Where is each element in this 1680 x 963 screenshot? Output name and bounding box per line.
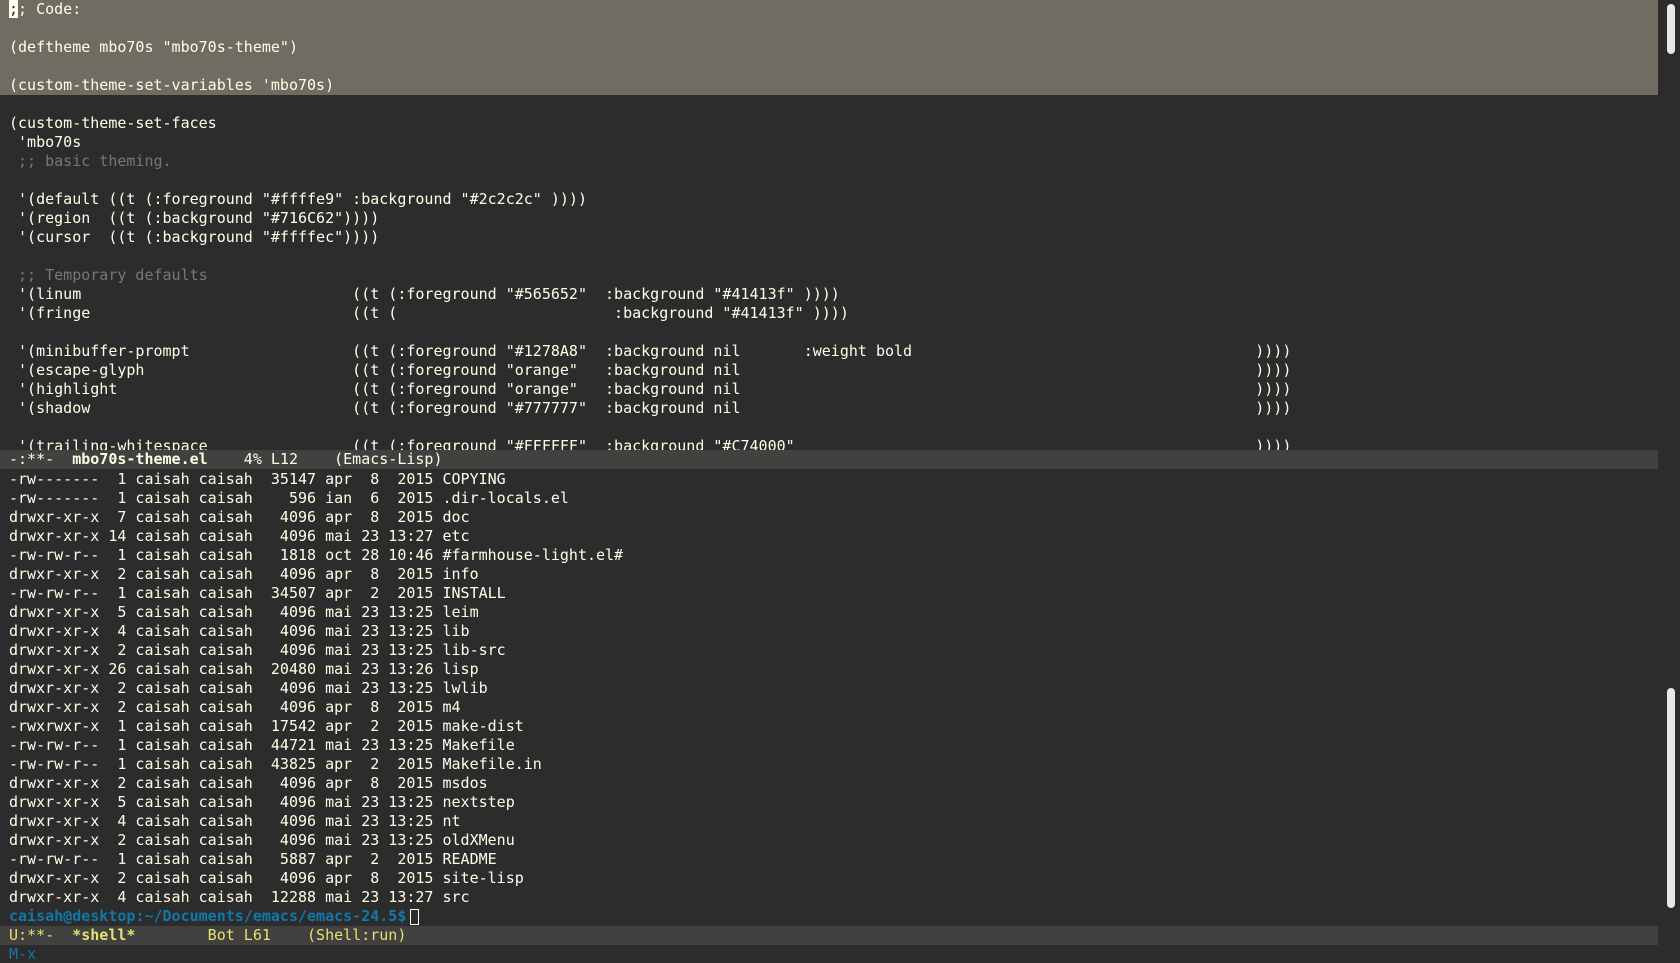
- shell-window[interactable]: -rw------- 1 caisah caisah 35147 apr 8 2…: [0, 470, 1658, 926]
- code-line[interactable]: [0, 323, 1658, 342]
- modeline-position: Bot L61: [135, 926, 308, 944]
- listing-row[interactable]: drwxr-xr-x 2 caisah caisah 4096 mai 23 1…: [0, 831, 1658, 850]
- code-line[interactable]: '(escape-glyph ((t (:foreground "orange"…: [0, 361, 1658, 380]
- code-line[interactable]: (custom-theme-set-faces: [0, 114, 1658, 133]
- listing-row[interactable]: -rw-rw-r-- 1 caisah caisah 43825 apr 2 2…: [0, 755, 1658, 774]
- listing-row[interactable]: drwxr-xr-x 2 caisah caisah 4096 mai 23 1…: [0, 679, 1658, 698]
- code-line[interactable]: '(default ((t (:foreground "#ffffe9" :ba…: [0, 190, 1658, 209]
- code-line[interactable]: '(cursor ((t (:background "#ffffec")))): [0, 228, 1658, 247]
- listing-row[interactable]: -rw------- 1 caisah caisah 596 ian 6 201…: [0, 489, 1658, 508]
- comment-line[interactable]: ;; Temporary defaults: [0, 266, 1658, 285]
- listing-row[interactable]: drwxr-xr-x 2 caisah caisah 4096 apr 8 20…: [0, 774, 1658, 793]
- code-line[interactable]: (custom-theme-set-variables 'mbo70s): [0, 76, 1658, 95]
- minibuffer[interactable]: M-x: [0, 945, 36, 963]
- listing-row[interactable]: drwxr-xr-x 7 caisah caisah 4096 apr 8 20…: [0, 508, 1658, 527]
- shell-prompt-line[interactable]: caisah@desktop:~/Documents/emacs/emacs-2…: [0, 907, 1658, 926]
- code-line[interactable]: [0, 19, 1658, 38]
- mode-line-bottom: U:**- *shell* Bot L61 (Shell:run): [0, 926, 1658, 945]
- editor-window-top[interactable]: ;; Code: (deftheme mbo70s "mbo70s-theme"…: [0, 0, 1658, 450]
- listing-row[interactable]: drwxr-xr-x 26 caisah caisah 20480 mai 23…: [0, 660, 1658, 679]
- directory-listing: -rw------- 1 caisah caisah 35147 apr 8 2…: [0, 470, 1658, 907]
- comment-line[interactable]: ;; basic theming.: [0, 152, 1658, 171]
- listing-row[interactable]: drwxr-xr-x 4 caisah caisah 4096 mai 23 1…: [0, 812, 1658, 831]
- listing-row[interactable]: drwxr-xr-x 2 caisah caisah 4096 apr 8 20…: [0, 565, 1658, 584]
- code-line[interactable]: [0, 57, 1658, 76]
- code-line[interactable]: [0, 171, 1658, 190]
- code-line[interactable]: '(region ((t (:background "#716C62")))): [0, 209, 1658, 228]
- modeline-status: -:**-: [9, 450, 73, 468]
- listing-row[interactable]: drwxr-xr-x 5 caisah caisah 4096 mai 23 1…: [0, 603, 1658, 622]
- code-line[interactable]: '(minibuffer-prompt ((t (:foreground "#1…: [0, 342, 1658, 361]
- listing-row[interactable]: drwxr-xr-x 4 caisah caisah 4096 mai 23 1…: [0, 622, 1658, 641]
- code-line[interactable]: '(shadow ((t (:foreground "#777777" :bac…: [0, 399, 1658, 418]
- listing-row[interactable]: drwxr-xr-x 14 caisah caisah 4096 mai 23 …: [0, 527, 1658, 546]
- listing-row[interactable]: -rw-rw-r-- 1 caisah caisah 1818 oct 28 1…: [0, 546, 1658, 565]
- listing-row[interactable]: drwxr-xr-x 4 caisah caisah 12288 mai 23 …: [0, 888, 1658, 907]
- scrollbar-thumb[interactable]: [1667, 688, 1675, 908]
- listing-row[interactable]: drwxr-xr-x 2 caisah caisah 4096 apr 8 20…: [0, 698, 1658, 717]
- listing-row[interactable]: -rw-rw-r-- 1 caisah caisah 34507 apr 2 2…: [0, 584, 1658, 603]
- code-line[interactable]: (deftheme mbo70s "mbo70s-theme"): [0, 38, 1658, 57]
- code-line[interactable]: '(trailing-whitespace ((t (:foreground "…: [0, 437, 1658, 450]
- modeline-buffer-name[interactable]: *shell*: [72, 926, 135, 944]
- listing-row[interactable]: drwxr-xr-x 2 caisah caisah 4096 apr 8 20…: [0, 869, 1658, 888]
- code-line[interactable]: '(linum ((t (:foreground "#565652" :back…: [0, 285, 1658, 304]
- selected-region[interactable]: ;; Code: (deftheme mbo70s "mbo70s-theme"…: [0, 0, 1658, 95]
- listing-row[interactable]: drwxr-xr-x 5 caisah caisah 4096 mai 23 1…: [0, 793, 1658, 812]
- shell-prompt: caisah@desktop:~/Documents/emacs/emacs-2…: [9, 907, 407, 925]
- code-line[interactable]: ;; Code:: [0, 0, 1658, 19]
- modeline-status: U:**-: [9, 926, 73, 944]
- listing-row[interactable]: -rwxrwxr-x 1 caisah caisah 17542 apr 2 2…: [0, 717, 1658, 736]
- code-line-rest: ; Code:: [18, 0, 82, 18]
- mode-line-top: -:**- mbo70s-theme.el 4% L12 (Emacs-Lisp…: [0, 450, 1658, 469]
- modeline-buffer-name[interactable]: mbo70s-theme.el: [72, 450, 207, 468]
- code-line[interactable]: [0, 95, 1658, 114]
- scrollbar-top[interactable]: [1662, 0, 1680, 450]
- listing-row[interactable]: drwxr-xr-x 2 caisah caisah 4096 mai 23 1…: [0, 641, 1658, 660]
- code-line[interactable]: 'mbo70s: [0, 133, 1658, 152]
- listing-row[interactable]: -rw-rw-r-- 1 caisah caisah 5887 apr 2 20…: [0, 850, 1658, 869]
- shell-cursor: [410, 908, 420, 925]
- modeline-mode[interactable]: (Emacs-Lisp): [334, 450, 442, 468]
- modeline-position: 4% L12: [207, 450, 335, 468]
- code-line[interactable]: [0, 418, 1658, 437]
- text-cursor: ;: [9, 0, 19, 18]
- scrollbar-bottom[interactable]: [1662, 470, 1680, 926]
- code-line[interactable]: '(highlight ((t (:foreground "orange" :b…: [0, 380, 1658, 399]
- modeline-mode[interactable]: (Shell:run): [307, 926, 406, 944]
- scrollbar-thumb[interactable]: [1667, 4, 1675, 54]
- listing-row[interactable]: -rw------- 1 caisah caisah 35147 apr 8 2…: [0, 470, 1658, 489]
- listing-row[interactable]: -rw-rw-r-- 1 caisah caisah 44721 mai 23 …: [0, 736, 1658, 755]
- code-line[interactable]: [0, 247, 1658, 266]
- code-line[interactable]: '(fringe ((t ( :background "#41413f" )))…: [0, 304, 1658, 323]
